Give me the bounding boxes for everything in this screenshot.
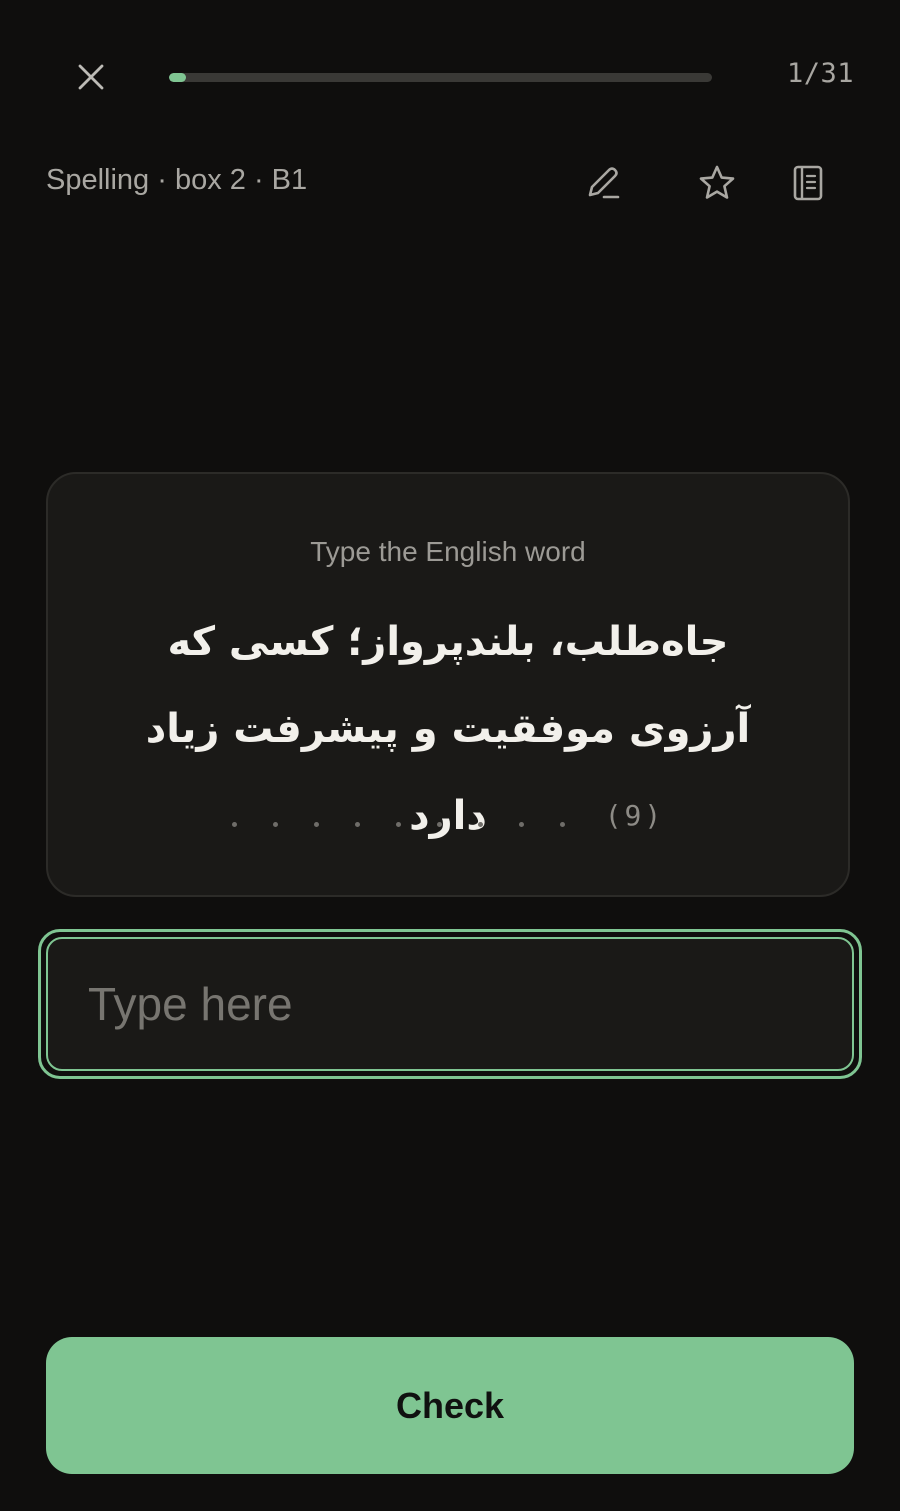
star-icon xyxy=(699,165,735,199)
letter-slot-dot xyxy=(559,822,565,827)
answer-input[interactable] xyxy=(46,937,854,1071)
check-button[interactable]: Check xyxy=(46,1337,854,1474)
letter-slot-dot xyxy=(477,822,483,827)
letter-slot-dot xyxy=(395,822,401,827)
prompt-card: Type the English word جاه‌طلب، بلندپرواز… xyxy=(46,472,850,897)
spelling-exercise-screen: 1/31 Spelling · box 2 · B1 Type the Engl… xyxy=(0,0,900,1511)
letter-slot-dot xyxy=(272,822,278,827)
close-button[interactable] xyxy=(66,52,116,102)
pencil-icon xyxy=(588,167,620,199)
favorite-button[interactable] xyxy=(692,158,742,208)
letter-slot-dot xyxy=(313,822,319,827)
letter-slot-dot xyxy=(436,822,442,827)
letter-hint: (9) xyxy=(48,799,848,832)
edit-button[interactable] xyxy=(577,158,627,208)
close-icon xyxy=(78,64,104,90)
deck-info-label: Spelling · box 2 · B1 xyxy=(46,164,308,196)
letter-count: (9) xyxy=(604,799,665,832)
notebook-button[interactable] xyxy=(783,158,833,208)
instruction-text: Type the English word xyxy=(310,536,586,567)
progress-bar xyxy=(169,73,712,82)
question-counter: 1/31 xyxy=(786,58,854,89)
letter-slot-dot xyxy=(518,822,524,827)
letter-slot-dot xyxy=(354,822,360,827)
notebook-icon xyxy=(793,165,823,201)
letter-slot-dot xyxy=(231,822,237,827)
answer-input-focus-ring xyxy=(38,929,862,1079)
letter-slots xyxy=(231,804,565,827)
progress-fill xyxy=(169,73,187,82)
